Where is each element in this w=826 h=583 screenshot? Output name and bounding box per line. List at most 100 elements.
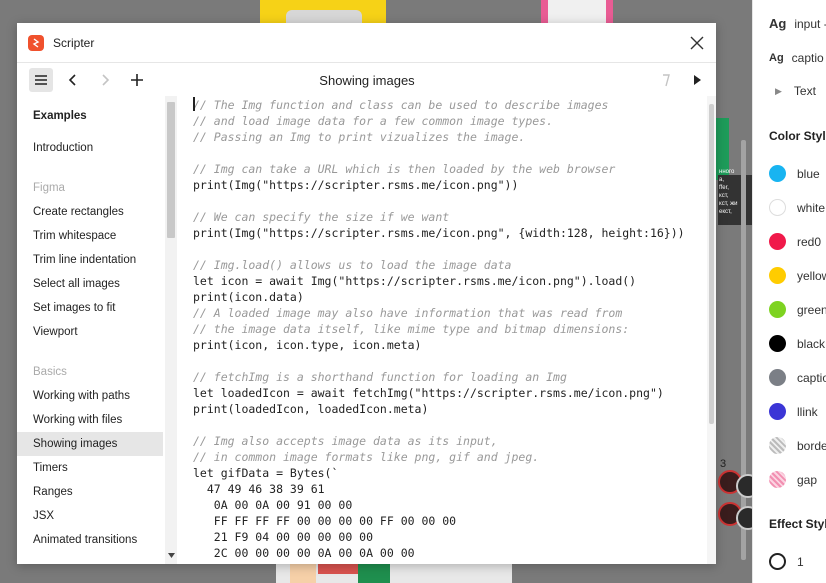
text-style-icon: Ag xyxy=(769,16,787,31)
color-style-label: green xyxy=(797,302,826,317)
code-comment: // Img also accepts image data as its in… xyxy=(193,434,498,448)
sidebar-item-ranges[interactable]: Ranges xyxy=(17,480,163,504)
code-line: print(icon, icon.type, icon.meta) xyxy=(193,338,422,352)
sidebar-item-working-with-files[interactable]: Working with files xyxy=(17,408,163,432)
effect-style-label: 1 xyxy=(797,554,804,569)
code-line: let loadedIcon = await fetchImg("https:/… xyxy=(193,386,664,400)
app-title: Scripter xyxy=(53,36,95,50)
color-style-row[interactable]: green xyxy=(769,301,826,318)
code-content[interactable]: // The Img function and class can be use… xyxy=(193,97,685,561)
canvas-number-label: 3 xyxy=(720,458,727,470)
canvas-tiny-text: нного а, ffer, кст, кст, жи екст, xyxy=(719,169,738,215)
effect-style-row[interactable]: 1 xyxy=(769,553,804,570)
sidebar-item-jsx[interactable]: JSX xyxy=(17,504,163,528)
code-comment: // Passing an Img to print vizualizes th… xyxy=(193,130,526,144)
examples-sidebar: Examples Introduction Figma Create recta… xyxy=(17,96,177,564)
text-style-label: input - xyxy=(794,16,826,31)
color-swatch xyxy=(769,199,786,216)
document-title: Showing images xyxy=(319,73,415,88)
code-editor[interactable]: // The Img function and class can be use… xyxy=(193,96,708,564)
canvas-bottom-green xyxy=(358,562,390,583)
sidebar-item-trim-line-indentation[interactable]: Trim line indentation xyxy=(17,248,163,272)
code-line: let icon = await Img("https://scripter.r… xyxy=(193,274,637,288)
effect-styles-heading: Effect Style xyxy=(769,517,826,531)
menu-icon[interactable] xyxy=(29,68,53,92)
sidebar-item-create-rectangles[interactable]: Create rectangles xyxy=(17,200,163,224)
back-icon[interactable] xyxy=(61,68,85,92)
text-style-group[interactable]: ▶ Text xyxy=(769,84,816,98)
code-comment: // fetchImg is a shorthand function for … xyxy=(193,370,567,384)
color-style-label: gap xyxy=(797,472,818,487)
editor-scrollbar[interactable] xyxy=(707,96,716,564)
styles-panel: Ag input - Ag captio ▶ Text Color Style … xyxy=(752,0,826,583)
code-line: // Img can take a URL which is then load… xyxy=(193,161,685,177)
sidebar-section-basics: Basics xyxy=(33,366,67,378)
text-cursor xyxy=(193,97,195,111)
color-style-row[interactable]: border xyxy=(769,437,826,454)
text-style-row[interactable]: Ag input - xyxy=(769,16,826,31)
sidebar-item-set-images-to-fit[interactable]: Set images to fit xyxy=(17,296,163,320)
code-line: // Img.load() allows us to load the imag… xyxy=(193,257,685,273)
sidebar-scrollbar[interactable] xyxy=(165,96,177,564)
sidebar-section-figma: Figma xyxy=(33,182,65,194)
sidebar-scrollbar-thumb[interactable] xyxy=(167,102,175,238)
color-style-row[interactable]: captio xyxy=(769,369,826,386)
color-style-label: red0 xyxy=(797,234,822,249)
code-line: // Img also accepts image data as its in… xyxy=(193,433,685,449)
caret-right-icon[interactable]: ▶ xyxy=(775,86,782,97)
color-style-row[interactable]: white xyxy=(769,199,825,216)
text-style-group-label: Text xyxy=(793,84,816,98)
color-style-row[interactable]: yellow xyxy=(769,267,826,284)
color-style-row[interactable]: blue xyxy=(769,165,820,182)
sidebar-item-working-with-paths[interactable]: Working with paths xyxy=(17,384,163,408)
color-swatch xyxy=(769,301,786,318)
color-swatch xyxy=(769,335,786,352)
text-style-row[interactable]: Ag captio xyxy=(769,51,824,65)
sidebar-item-viewport[interactable]: Viewport xyxy=(17,320,163,344)
color-style-row[interactable]: red0 xyxy=(769,233,821,250)
toolbar: Showing images xyxy=(17,63,716,96)
text-style-icon: Ag xyxy=(769,52,784,64)
sidebar-item-timers[interactable]: Timers xyxy=(17,456,163,480)
color-style-row[interactable]: black xyxy=(769,335,825,352)
sidebar-item-introduction[interactable]: Introduction xyxy=(17,136,163,160)
color-swatch xyxy=(769,267,786,284)
code-comment: // The Img function and class can be use… xyxy=(193,98,609,112)
color-swatch xyxy=(769,437,786,454)
color-style-row[interactable]: llink xyxy=(769,403,818,420)
color-swatch xyxy=(769,369,786,386)
scripter-window: Scripter Showing images Examples Introdu… xyxy=(17,23,716,564)
code-line: // in common image formats like png, gif… xyxy=(193,449,685,465)
code-line: // fetchImg is a shorthand function for … xyxy=(193,369,685,385)
color-swatch xyxy=(769,165,786,182)
code-comment: // in common image formats like png, gif… xyxy=(193,450,540,464)
color-style-label: blue xyxy=(797,166,820,181)
close-icon[interactable] xyxy=(686,32,708,54)
color-swatch xyxy=(769,233,786,250)
run-icon[interactable] xyxy=(685,68,709,92)
sidebar-item-trim-whitespace[interactable]: Trim whitespace xyxy=(17,224,163,248)
code-comment: // and load image data for a few common … xyxy=(193,114,554,128)
pin-icon[interactable] xyxy=(654,68,678,92)
code-line: // Passing an Img to print vizualizes th… xyxy=(193,129,685,145)
color-style-label: llink xyxy=(797,404,818,419)
scripter-logo-icon xyxy=(28,35,44,51)
color-swatch xyxy=(769,471,786,488)
sidebar-item-animated-transitions[interactable]: Animated transitions xyxy=(17,528,163,552)
sidebar-item-showing-images[interactable]: Showing images xyxy=(17,432,163,456)
code-line: // The Img function and class can be use… xyxy=(193,97,685,113)
text-style-label: captio xyxy=(791,51,824,65)
code-line: // A loaded image may also have informat… xyxy=(193,305,685,321)
color-style-row[interactable]: gap xyxy=(769,471,817,488)
forward-icon[interactable] xyxy=(93,68,117,92)
code-line: 47 49 46 38 39 61 xyxy=(193,482,325,496)
sidebar-item-select-all-images[interactable]: Select all images xyxy=(17,272,163,296)
scroll-down-icon[interactable] xyxy=(168,553,175,558)
code-line: FF FF FF FF 00 00 00 00 FF 00 00 00 xyxy=(193,514,457,528)
editor-scrollbar-thumb[interactable] xyxy=(709,104,714,424)
add-icon[interactable] xyxy=(125,68,149,92)
